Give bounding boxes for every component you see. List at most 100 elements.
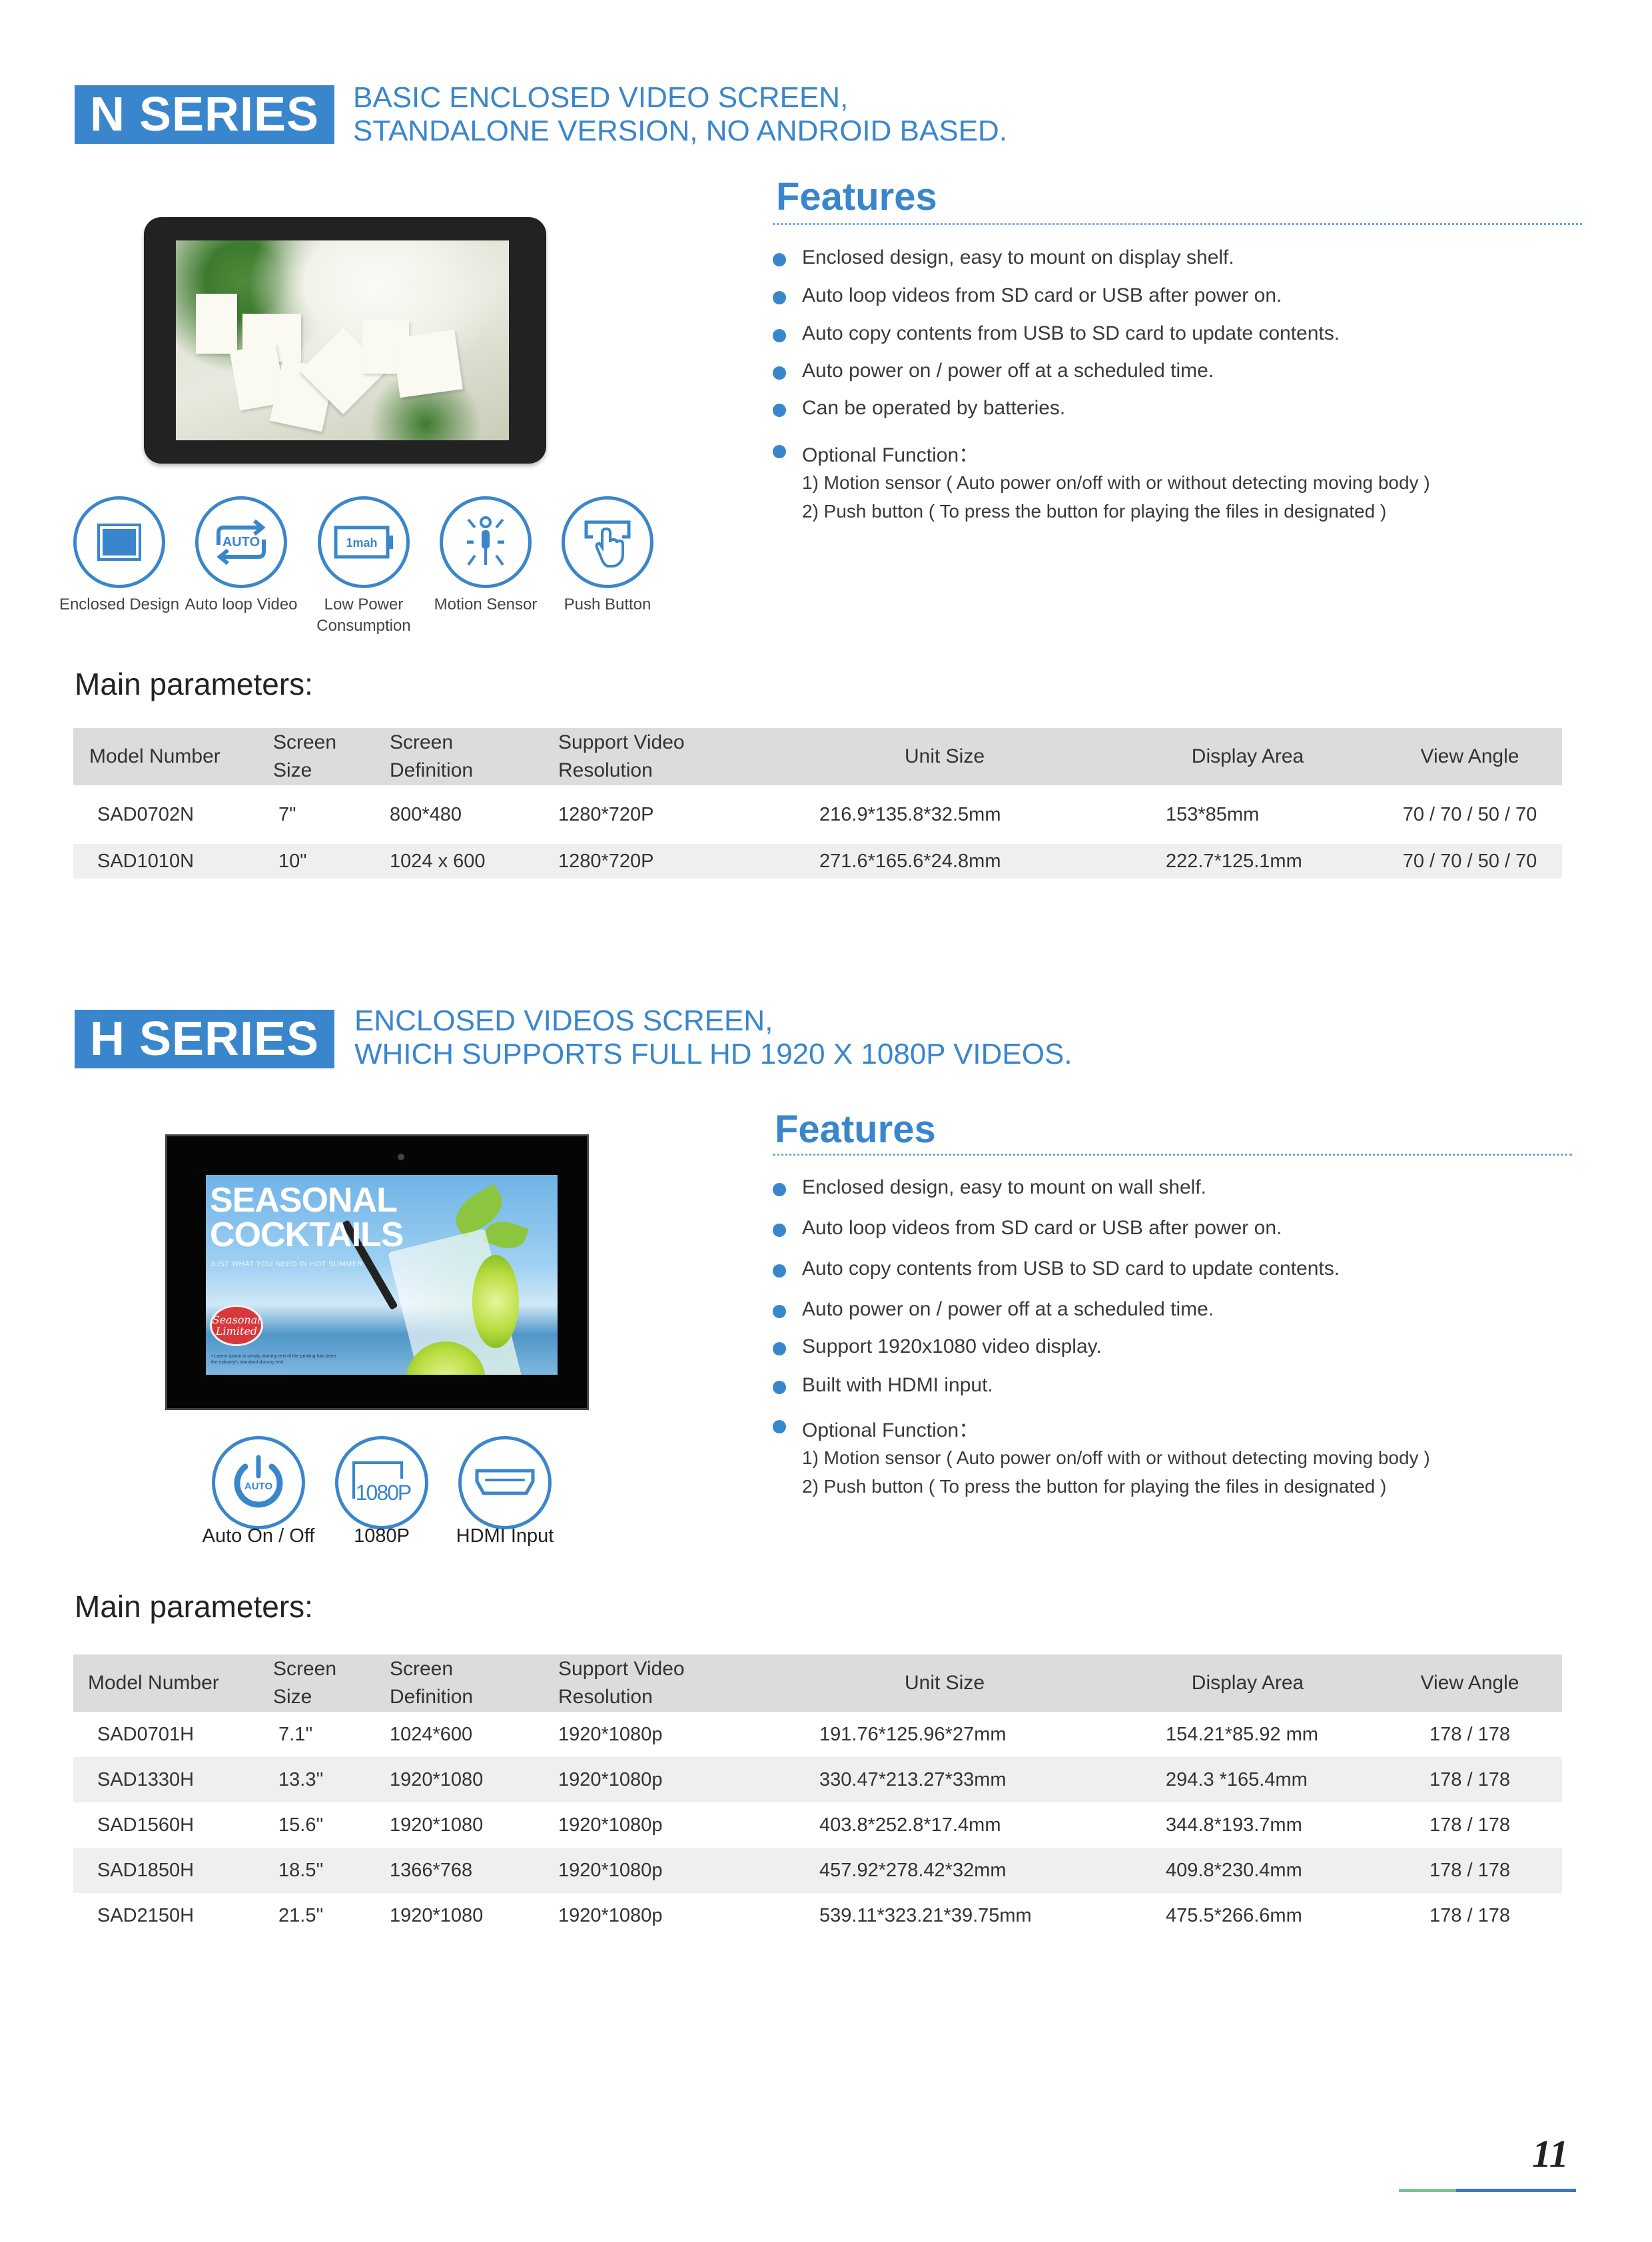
cell-model: SAD2150H [97, 1904, 195, 1926]
cell-display-area: 222.7*125.1mm [1166, 850, 1302, 872]
cell-screen-size: 15.6'' [278, 1814, 324, 1836]
feature-text: Enclosed design, easy to mount on wall s… [802, 1176, 1207, 1198]
cell-screen-definition: 1024*600 [390, 1723, 473, 1745]
bullet-icon [773, 253, 786, 266]
cell-unit-size: 457.92*278.42*32mm [819, 1859, 1007, 1881]
optional-item: 2) Push button ( To press the button for… [802, 501, 1387, 522]
cell-view-angle: 70 / 70 / 50 / 70 [1402, 850, 1537, 872]
cell-view-angle: 178 / 178 [1430, 1768, 1510, 1790]
cell-unit-size: 271.6*165.6*24.8mm [819, 850, 1001, 872]
cell-model: SAD0702N [97, 803, 195, 825]
feature-item: Enclosed design, easy to mount on displa… [773, 246, 1572, 284]
h-series-subtitle-line2: WHICH SUPPORTS FULL HD 1920 X 1080P VIDE… [354, 1038, 1072, 1070]
cell-view-angle: 70 / 70 / 50 / 70 [1402, 803, 1537, 825]
feature-item: Auto loop videos from SD card or USB aft… [773, 284, 1572, 322]
hdmi-input-icon [458, 1436, 552, 1529]
optional-item: 1) Motion sensor ( Auto power on/off wit… [802, 472, 1430, 493]
1080p-icon: 1080P [335, 1436, 428, 1529]
auto-loop-video-label: Auto loop Video [185, 595, 298, 613]
table-row: SAD0701H 7.1'' 1024*600 1920*1080p 191.7… [73, 1712, 1562, 1757]
cell-video-resolution: 1280*720P [558, 850, 654, 872]
cell-display-area: 154.21*85.92 mm [1166, 1723, 1318, 1745]
table-row: SAD1330H 13.3'' 1920*1080 1920*1080p 330… [73, 1757, 1562, 1802]
h-feature-list: Enclosed design, easy to mount on wall s… [773, 1176, 1572, 1500]
h-series-subtitle: ENCLOSED VIDEOS SCREEN, WHICH SUPPORTS F… [354, 1004, 1072, 1071]
push-button-icon [562, 496, 653, 588]
table-header-row: Model Number Screen Size Screen Definition… [73, 1655, 1562, 1712]
promo-title: SEASONAL COCKTAILS [210, 1181, 404, 1254]
cell-screen-definition: 1366*768 [390, 1859, 473, 1881]
bullet-icon [773, 1305, 786, 1318]
camera-lens [398, 1154, 404, 1160]
cell-screen-definition: 1920*1080 [390, 1904, 484, 1926]
header-model-number: Model Number [88, 1672, 219, 1694]
auto-loop-video-icon: AUTO [195, 496, 287, 588]
low-power-label: Low Power Consumption [297, 594, 430, 637]
cell-display-area: 344.8*193.7mm [1166, 1814, 1302, 1836]
cell-video-resolution: 1280*720P [558, 803, 654, 825]
table-row: SAD1010N 10" 1024 x 600 1280*720P 271.6*… [73, 844, 1562, 879]
cell-view-angle: 178 / 178 [1430, 1814, 1510, 1836]
feature-item: Can be operated by batteries. [773, 397, 1572, 438]
table-row: SAD0702N 7" 800*480 1280*720P 216.9*135.… [73, 785, 1562, 844]
header-screen-size: Screen Size [273, 731, 337, 781]
bullet-icon [773, 1264, 786, 1278]
low-power-icon: 1mah [318, 496, 410, 588]
cell-display-area: 294.3 *165.4mm [1166, 1768, 1308, 1790]
cell-video-resolution: 1920*1080p [558, 1814, 663, 1836]
bullet-icon [773, 1381, 786, 1394]
bullet-icon [773, 1224, 786, 1237]
low-power-label-line2: Consumption [316, 617, 411, 635]
auto-on-off-label: Auto On / Off [202, 1525, 315, 1547]
cell-unit-size: 191.76*125.96*27mm [819, 1723, 1007, 1745]
h-main-parameters-title: Main parameters: [75, 1589, 313, 1624]
n-series-subtitle-line2: STANDALONE VERSION, NO ANDROID BASED. [353, 115, 1008, 147]
motion-sensor-label: Motion Sensor [434, 595, 538, 613]
cell-model: SAD1330H [97, 1768, 195, 1790]
h-parameters-table: Model Number Screen Size Screen Definition… [73, 1655, 1562, 1938]
footer-accent-green [1399, 2189, 1456, 2192]
header-unit-size: Unit Size [904, 1672, 985, 1694]
n-series-screen [176, 240, 509, 440]
table-row: SAD1850H 18.5'' 1366*768 1920*1080p 457.… [73, 1848, 1562, 1893]
header-support-video-resolution: Support Video Resolution [558, 731, 685, 781]
h-features-title: Features [775, 1108, 936, 1151]
feature-item: Enclosed design, easy to mount on wall s… [773, 1176, 1572, 1217]
bullet-icon [773, 291, 786, 304]
n-feature-list: Enclosed design, easy to mount on displa… [773, 246, 1572, 525]
n-features-title: Features [776, 175, 937, 218]
cell-display-area: 475.5*266.6mm [1166, 1904, 1302, 1926]
promo-tagline: JUST WHAT YOU NEED IN HOT SUMMER [210, 1260, 364, 1268]
feature-item: Auto loop videos from SD card or USB aft… [773, 1217, 1572, 1258]
cell-screen-size: 7.1'' [278, 1723, 313, 1745]
table-row: SAD2150H 21.5'' 1920*1080 1920*1080p 539… [73, 1893, 1562, 1938]
cell-display-area: 409.8*230.4mm [1166, 1859, 1302, 1881]
bullet-icon [773, 445, 786, 458]
header-view-angle: View Angle [1420, 745, 1519, 767]
cell-display-area: 153*85mm [1166, 803, 1260, 825]
footer-accent-blue [1456, 2189, 1576, 2192]
auto-on-off-icon: AUTO [212, 1436, 305, 1529]
1mah-glyph: 1mah [346, 536, 377, 550]
n-main-parameters-title: Main parameters: [75, 667, 313, 701]
table-header-row: Model Number Screen Size Screen Definition… [73, 728, 1562, 785]
cell-model: SAD0701H [97, 1723, 195, 1745]
n-series-subtitle-line1: BASIC ENCLOSED VIDEO SCREEN, [353, 81, 849, 114]
promo-footnote: • Lorem Ipsum is simply dummy text of th… [211, 1354, 336, 1365]
header-display-area: Display Area [1191, 1672, 1304, 1694]
feature-text: Auto loop videos from SD card or USB aft… [802, 284, 1282, 306]
header-display-area: Display Area [1191, 745, 1304, 767]
bullet-icon [773, 1342, 786, 1355]
bullet-icon [773, 1183, 786, 1196]
page-number: 11 [1532, 2132, 1569, 2175]
header-model-number: Model Number [89, 745, 220, 767]
auto-glyph: AUTO [222, 535, 260, 550]
feature-text: Auto copy contents from USB to SD card t… [802, 1258, 1340, 1280]
cell-unit-size: 403.8*252.8*17.4mm [819, 1814, 1001, 1836]
cell-video-resolution: 1920*1080p [558, 1859, 663, 1881]
cell-view-angle: 178 / 178 [1430, 1859, 1510, 1881]
header-view-angle: View Angle [1420, 1672, 1519, 1694]
n-series-product-image [144, 217, 546, 464]
n-parameters-table: Model Number Screen Size Screen Definition… [73, 728, 1562, 879]
feature-item: Optional Function： [773, 1413, 1572, 1443]
